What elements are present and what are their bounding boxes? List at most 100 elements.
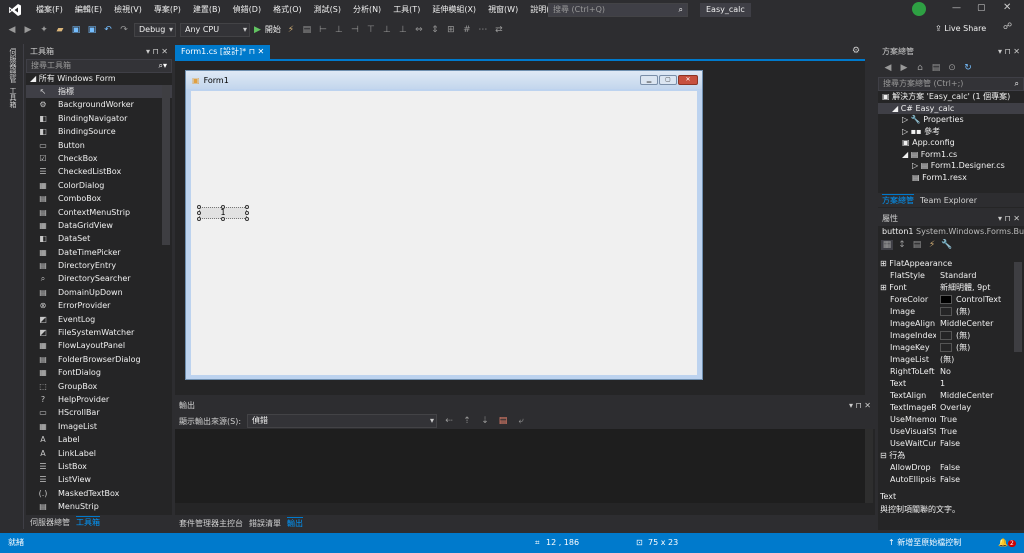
forward-icon[interactable]: ▶ <box>898 63 910 73</box>
feedback-icon[interactable]: ☍ <box>1003 22 1012 32</box>
toolbox-group-header[interactable]: ◢ 所有 Windows Form <box>26 73 172 85</box>
panel-controls-icon[interactable]: ▾ ⊓ ✕ <box>998 45 1020 59</box>
resize-handle[interactable] <box>221 217 225 221</box>
panel-controls-icon[interactable]: ▾ ⊓ ✕ <box>849 399 871 413</box>
live-share-button[interactable]: ⇪ Live Share <box>935 22 986 36</box>
toolbox-item[interactable]: ▭ Button <box>26 139 172 152</box>
add-source-control-button[interactable]: ↑ 新增至原始檔控制 <box>888 536 961 550</box>
tab-order-icon[interactable]: ⇄ <box>493 25 505 35</box>
form-minimize-button[interactable]: ▁ <box>640 75 658 85</box>
solution-tree-item[interactable]: ◢ ▤ Form1.cs <box>878 149 1024 161</box>
align-right-icon[interactable]: ⊣ <box>349 25 361 35</box>
property-value[interactable]: Standard <box>936 270 1024 282</box>
property-row[interactable]: UseMnemonic True <box>878 414 1024 426</box>
property-row[interactable]: ⊞ FlatAppearance <box>878 258 1024 270</box>
toolbox-item[interactable]: ☰ ListBox <box>26 460 172 473</box>
open-file-icon[interactable]: ▰ <box>54 25 66 35</box>
find-message-icon[interactable]: ⇠ <box>443 416 455 426</box>
diagnostics-icon[interactable]: ▤ <box>301 25 313 35</box>
toolbox-item[interactable]: ? HelpProvider <box>26 393 172 406</box>
start-button[interactable]: 開始 <box>265 24 281 35</box>
start-debug-icon[interactable]: ▶ <box>254 25 261 35</box>
back-icon[interactable]: ◀ <box>882 63 894 73</box>
toolbox-item[interactable]: ▦ FontDialog <box>26 366 172 379</box>
next-message-icon[interactable]: ⇣ <box>479 416 491 426</box>
pending-changes-icon[interactable]: ⊙ <box>946 63 958 73</box>
same-size-icon[interactable]: ⊞ <box>445 25 457 35</box>
panel-controls-icon[interactable]: ▾ ⊓ ✕ <box>998 212 1020 226</box>
menu-item[interactable]: 編輯(E) <box>69 0 108 20</box>
back-icon[interactable]: ◀ <box>6 25 18 35</box>
toolbox-item[interactable]: ▤ FolderBrowserDialog <box>26 353 172 366</box>
save-all-icon[interactable]: ▣ <box>86 25 98 35</box>
form1-client-area[interactable]: 1 <box>191 91 697 375</box>
property-value[interactable]: False <box>936 438 1024 450</box>
property-value[interactable]: True <box>936 414 1024 426</box>
property-value[interactable]: (無) <box>936 330 1024 342</box>
toolbox-item[interactable]: ↖ 指標 <box>26 85 172 99</box>
toolbox-item[interactable]: ☑ CheckBox <box>26 152 172 165</box>
notifications-icon[interactable]: 🔔 2 <box>998 536 1016 551</box>
output-scrollbar[interactable] <box>865 429 873 503</box>
menu-item[interactable]: 測試(S) <box>308 0 347 20</box>
form1-window[interactable]: ▣ Form1 ▁ ▢ ✕ 1 <box>185 70 703 380</box>
output-source-select[interactable]: 偵錯 <box>247 414 438 428</box>
menu-item[interactable]: 偵錯(D) <box>227 0 267 20</box>
toolbox-item[interactable]: ▤ ComboBox <box>26 192 172 205</box>
solution-tree-item[interactable]: ◢ C# Easy_calc <box>878 102 1024 114</box>
property-row[interactable]: ⊞ Font 新細明體, 9pt <box>878 282 1024 294</box>
toolbox-item[interactable]: ▦ ImageList <box>26 420 172 433</box>
property-row[interactable]: UseWaitCursor False <box>878 438 1024 450</box>
toolbox-item[interactable]: A LinkLabel <box>26 447 172 460</box>
package-manager-console-tab[interactable]: 套件管理器主控台 <box>179 518 243 529</box>
team-explorer-tab[interactable]: Team Explorer <box>920 196 977 205</box>
minimize-window-icon[interactable]: — <box>952 3 961 13</box>
toolbox-item[interactable]: ⬚ GroupBox <box>26 380 172 393</box>
property-value[interactable]: 新細明體, 9pt <box>936 282 1024 294</box>
solution-tree-item[interactable]: ▣ App.config <box>878 137 1024 149</box>
property-row[interactable]: RightToLeft No <box>878 366 1024 378</box>
toolbox-item[interactable]: ◧ BindingSource <box>26 125 172 138</box>
align-left-icon[interactable]: ⊢ <box>317 25 329 35</box>
resize-handle[interactable] <box>245 211 249 215</box>
error-list-tab[interactable]: 錯誤清單 <box>249 518 281 529</box>
property-value[interactable]: (無) <box>936 306 1024 318</box>
redo-icon[interactable]: ↷ <box>118 25 130 35</box>
menu-item[interactable]: 專案(P) <box>148 0 187 20</box>
align-bottom-icon[interactable]: ⊥ <box>397 25 409 35</box>
platform-select[interactable]: Any CPU <box>180 22 250 37</box>
toolbox-item[interactable]: A Label <box>26 433 172 446</box>
property-pages-icon[interactable]: 🔧 <box>941 240 953 250</box>
property-row[interactable]: ImageAlign MiddleCenter <box>878 318 1024 330</box>
menu-item[interactable]: 視窗(W) <box>482 0 524 20</box>
property-value[interactable]: No <box>936 366 1024 378</box>
events-icon[interactable]: ⚡ <box>926 240 938 250</box>
switch-view-icon[interactable]: ▤ <box>930 63 942 73</box>
property-value[interactable]: 1 <box>936 378 1024 390</box>
property-value[interactable]: True <box>936 426 1024 438</box>
form-maximize-button[interactable]: ▢ <box>659 75 677 85</box>
resize-handle[interactable] <box>245 217 249 221</box>
tab-form1-designer[interactable]: Form1.cs [設計]* ⊓ ✕ <box>175 45 271 59</box>
categorized-icon[interactable]: ▦ <box>881 240 893 250</box>
resize-handle[interactable] <box>197 211 201 215</box>
property-value[interactable]: False <box>936 462 1024 474</box>
configuration-select[interactable]: Debug <box>134 22 176 37</box>
toolbox-item[interactable]: ▭ HScrollBar <box>26 406 172 419</box>
word-wrap-icon[interactable]: ⤶ <box>515 416 527 426</box>
toolbox-item[interactable]: ▤ DomainUpDown <box>26 286 172 299</box>
output-text-area[interactable] <box>175 429 865 503</box>
toolbox-item[interactable]: ▤ ContextMenuStrip <box>26 206 172 219</box>
toolbox-item[interactable]: ⌕ DirectorySearcher <box>26 272 172 285</box>
solution-tree-item[interactable]: ▣ 解決方案 'Easy_calc' (1 個專案) <box>878 91 1024 103</box>
account-avatar[interactable] <box>912 2 926 16</box>
panel-controls-icon[interactable]: ▾ ⊓ ✕ <box>146 45 168 59</box>
property-value[interactable]: (無) <box>936 354 1024 366</box>
align-top-icon[interactable]: ⊤ <box>365 25 377 35</box>
editor-settings-icon[interactable]: ⚙ <box>852 46 860 56</box>
properties-icon[interactable]: ▤ <box>911 240 923 250</box>
clear-all-icon[interactable]: ▤ <box>497 416 509 426</box>
property-value[interactable]: False <box>936 474 1024 486</box>
property-row[interactable]: Text 1 <box>878 378 1024 390</box>
solution-tree-item[interactable]: ▤ Form1.resx <box>878 172 1024 184</box>
